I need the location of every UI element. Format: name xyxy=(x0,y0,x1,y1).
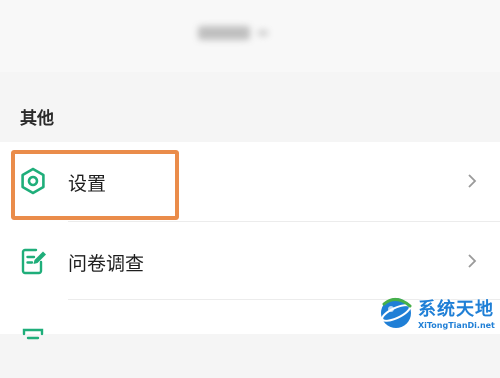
globe-logo-icon xyxy=(381,298,412,328)
section-title: 其他 xyxy=(20,109,54,129)
chevron-right-icon xyxy=(468,254,477,268)
list-icon xyxy=(22,328,44,340)
watermark-subtitle: XiTongTianDi.net xyxy=(418,320,495,330)
highlight-box xyxy=(11,150,179,220)
watermark: 系统天地 XiTongTianDi.net xyxy=(376,290,500,334)
blurred-header-title[interactable] xyxy=(198,22,278,44)
chevron-right-icon xyxy=(468,174,477,188)
chevron-down-icon xyxy=(258,30,268,36)
watermark-title: 系统天地 xyxy=(418,298,494,320)
survey-edit-icon xyxy=(21,248,46,275)
menu-item-label: 问卷调查 xyxy=(68,253,145,275)
header-title-text xyxy=(198,26,250,40)
menu-item-survey[interactable]: 问卷调查 xyxy=(0,222,500,300)
top-header xyxy=(0,0,500,72)
